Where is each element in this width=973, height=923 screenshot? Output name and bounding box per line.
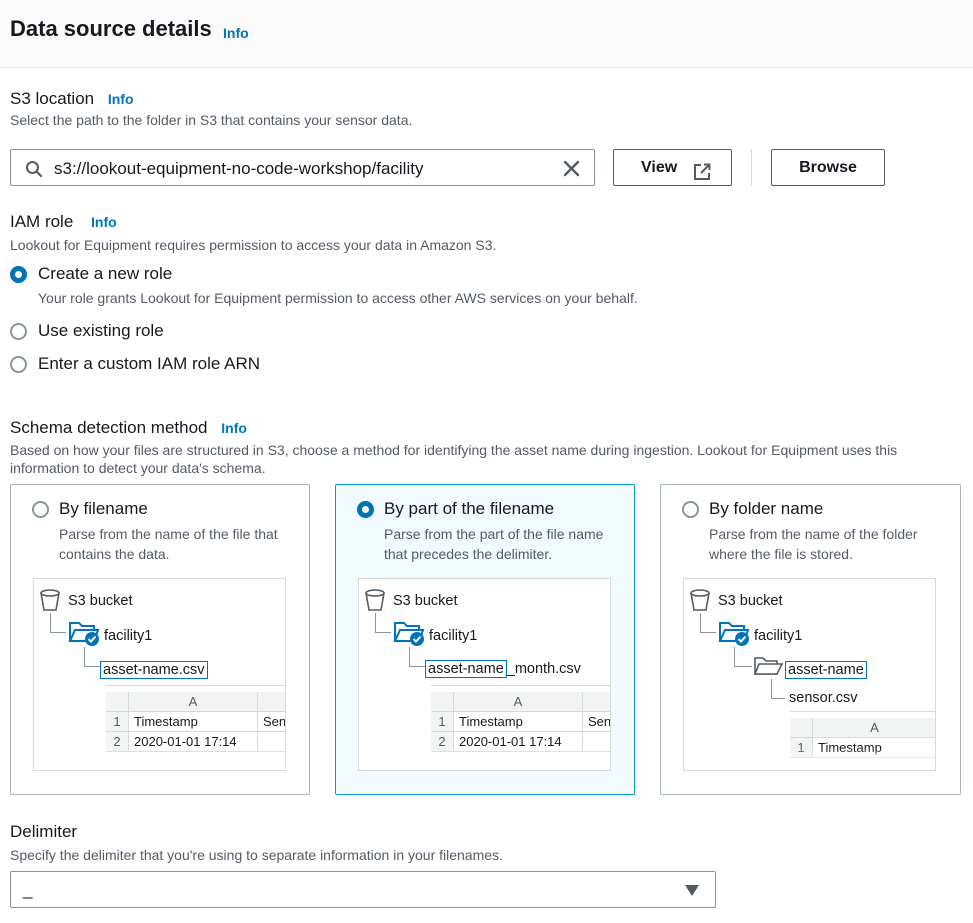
external-link-icon — [693, 159, 711, 194]
grid-cell: Timestamp — [129, 712, 258, 732]
delimiter-select[interactable]: _ — [10, 871, 716, 908]
grid-cell: Timestamp — [454, 712, 583, 732]
card-description: Parse from the part of the file name tha… — [384, 526, 604, 562]
iam-role-label-text: IAM role — [10, 212, 74, 231]
iam-info-link[interactable]: Info — [91, 214, 117, 230]
s3-location-value: s3://lookout-equipment-no-code-workshop/… — [54, 159, 424, 178]
iam-role-description: Lookout for Equipment requires permissio… — [10, 237, 497, 253]
search-icon — [25, 160, 43, 183]
asset-name-file: asset-name.csv — [100, 661, 208, 679]
s3-location-label: S3 location Info — [10, 89, 134, 109]
bucket-label: S3 bucket — [68, 593, 133, 609]
sensor-file: sensor.csv — [789, 690, 858, 706]
grid-cell: Sen — [583, 712, 610, 732]
radio-by-part-of-filename[interactable] — [357, 501, 374, 518]
grid-corner — [106, 692, 129, 712]
grid-col-header — [583, 692, 610, 712]
header-info-link[interactable]: Info — [223, 25, 249, 41]
browse-button[interactable]: Browse — [771, 149, 885, 186]
bucket-label: S3 bucket — [718, 593, 783, 609]
card-description: Parse from the name of the folder where … — [709, 526, 918, 562]
tree-line — [700, 613, 716, 633]
folder-label: facility1 — [754, 628, 803, 644]
delimiter-value: _ — [23, 880, 33, 899]
card-by-folder-name[interactable]: By folder name Parse from the name of th… — [660, 484, 961, 795]
schema-info-link[interactable]: Info — [221, 420, 247, 436]
asset-name-month-file: asset-name _month.csv — [425, 660, 581, 678]
radio-custom-iam-arn[interactable] — [10, 356, 27, 373]
diagram-by-folder-name: S3 bucket facility1 asset-name sensor.cs… — [683, 578, 936, 771]
tree-line — [84, 647, 100, 667]
asset-name-highlight: asset-name — [425, 660, 507, 678]
schema-detection-label: Schema detection method Info — [10, 418, 247, 438]
delimiter-label: Delimiter — [10, 822, 78, 841]
grid-col-header: A — [129, 692, 258, 712]
s3-location-description: Select the path to the folder in S3 that… — [10, 112, 413, 128]
create-new-role-label[interactable]: Create a new role — [38, 264, 172, 284]
diagram-fade — [359, 748, 610, 770]
grid-col-header: A — [813, 718, 935, 738]
grid-col-header: A — [454, 692, 583, 712]
card-title: By filename — [59, 499, 148, 518]
grid-row-number: 1 — [106, 712, 129, 732]
folder-icon — [753, 655, 785, 682]
radio-create-new-role[interactable] — [10, 266, 27, 283]
tree-line — [734, 647, 752, 667]
s3-info-link[interactable]: Info — [108, 91, 134, 107]
page-title: Data source details — [10, 16, 212, 41]
asset-name-folder: asset-name — [785, 661, 867, 679]
divider — [751, 149, 752, 186]
card-title: By folder name — [709, 499, 824, 518]
radio-by-filename[interactable] — [32, 501, 49, 518]
folder-label: facility1 — [429, 628, 478, 644]
file-suffix: _month.csv — [506, 661, 581, 677]
card-title: By part of the filename — [384, 499, 555, 518]
s3-location-label-text: S3 location — [10, 89, 95, 108]
grid-cell: Sen — [258, 712, 285, 732]
diagram-fade — [684, 748, 935, 770]
diagram-fade — [34, 748, 285, 770]
tree-line — [375, 613, 391, 633]
use-existing-role-label[interactable]: Use existing role — [38, 321, 164, 341]
section-header: Data source details Info — [0, 0, 973, 68]
grid-corner — [790, 718, 813, 738]
delimiter-description: Specify the delimiter that you're using … — [10, 847, 503, 863]
diagram-by-part-of-filename: S3 bucket facility1 asset-name _month.csv… — [358, 578, 611, 771]
radio-by-folder-name[interactable] — [682, 501, 699, 518]
custom-iam-arn-label[interactable]: Enter a custom IAM role ARN — [38, 354, 260, 374]
card-by-filename[interactable]: By filename Parse from the name of the f… — [10, 484, 310, 795]
card-by-part-of-filename[interactable]: By part of the filename Parse from the p… — [335, 484, 635, 795]
card-description: Parse from the name of the file that con… — [59, 526, 278, 562]
grid-col-header — [258, 692, 285, 712]
folder-label: facility1 — [104, 628, 153, 644]
caret-down-icon — [685, 884, 699, 902]
bucket-label: S3 bucket — [393, 593, 458, 609]
diagram-by-filename: S3 bucket facility1 asset-name.csv A 1 T… — [33, 578, 286, 771]
tree-line — [771, 679, 785, 699]
view-button-label: View — [641, 159, 678, 176]
clear-icon[interactable] — [562, 159, 581, 183]
grid-row-number: 1 — [431, 712, 454, 732]
tree-line — [409, 647, 425, 667]
s3-location-input[interactable]: s3://lookout-equipment-no-code-workshop/… — [10, 149, 595, 186]
radio-use-existing-role[interactable] — [10, 323, 27, 340]
create-new-role-description: Your role grants Lookout for Equipment p… — [38, 290, 638, 306]
grid-corner — [431, 692, 454, 712]
view-button[interactable]: View — [613, 149, 732, 186]
iam-role-label: IAM role Info — [10, 212, 117, 232]
tree-line — [50, 613, 66, 633]
schema-detection-label-text: Schema detection method — [10, 418, 208, 437]
schema-detection-description: Based on how your files are structured i… — [10, 442, 898, 476]
